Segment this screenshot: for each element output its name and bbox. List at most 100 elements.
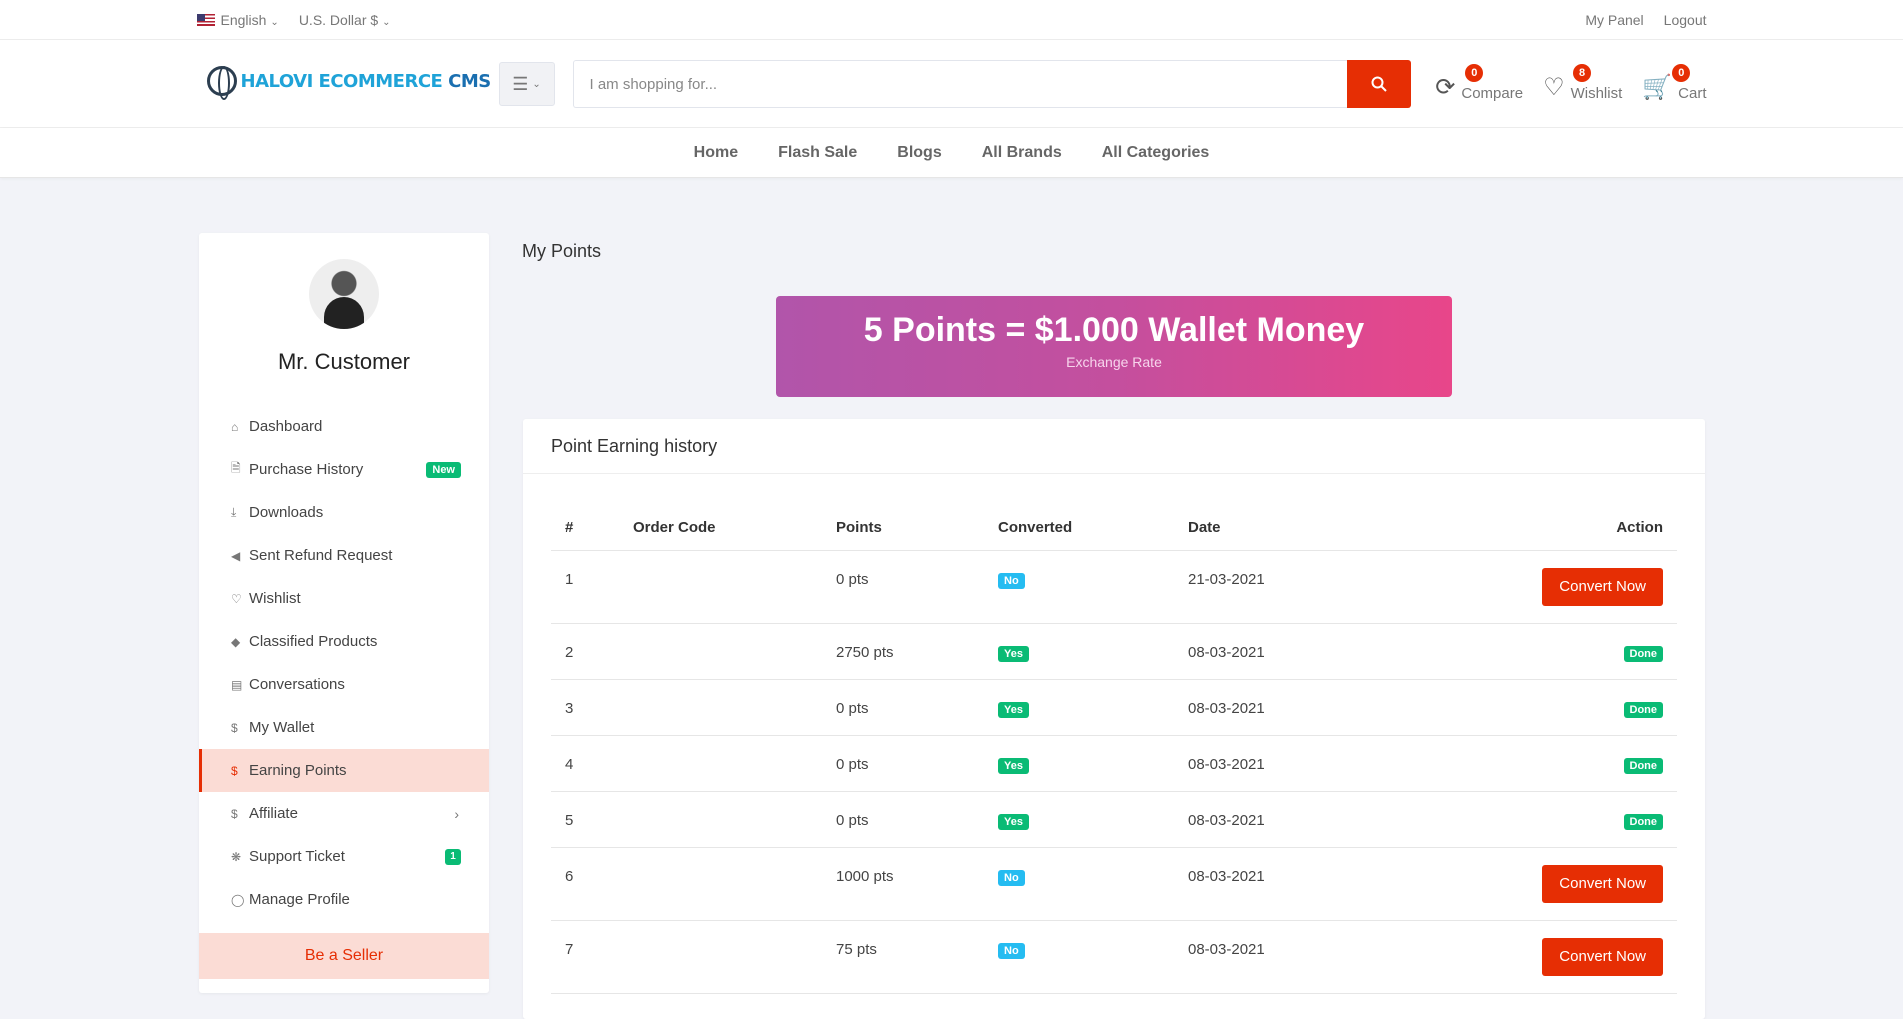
date-value: 08-03-2021: [1188, 847, 1448, 921]
my-panel-link[interactable]: My Panel: [1585, 12, 1643, 28]
chevron-down-icon: ⌄: [532, 78, 541, 90]
column-header: Points: [836, 505, 998, 551]
converted-badge: No: [998, 942, 1025, 959]
sidebar-item-earning-points[interactable]: $ Earning Points: [199, 749, 489, 792]
column-header: Converted: [998, 505, 1188, 551]
table-header-row: # Order Code Points Converted Date Actio…: [551, 505, 1677, 551]
refresh-icon: ⟳: [1435, 74, 1456, 101]
nav-blogs[interactable]: Blogs: [897, 144, 941, 162]
sidebar-item-refund-request[interactable]: ◀ Sent Refund Request: [199, 534, 489, 577]
action-cell: Convert Now: [1448, 550, 1677, 624]
ticket-count-badge: 1: [445, 848, 461, 865]
compare-link[interactable]: ⟳ 0 Compare: [1435, 62, 1523, 106]
table-row: 5 0 pts Yes 08-03-2021 Done: [551, 791, 1677, 848]
compare-count-badge: 0: [1465, 64, 1484, 82]
converted-cell: No: [998, 847, 1188, 921]
customer-name: Mr. Customer: [277, 349, 411, 374]
done-badge: Done: [1623, 757, 1663, 774]
sidebar-item-dashboard[interactable]: ⌂ Dashboard: [199, 405, 489, 448]
date-value: 21-03-2021: [1188, 550, 1448, 624]
sidebar-item-my-wallet[interactable]: $ My Wallet: [199, 706, 489, 749]
points-value: 2750 pts: [836, 623, 998, 680]
search-button[interactable]: [1346, 60, 1411, 108]
new-badge: New: [426, 461, 461, 478]
point-history-card: Point Earning history # Order Code Point…: [523, 419, 1705, 1019]
wishlist-count-badge: 8: [1573, 64, 1592, 82]
convert-now-button[interactable]: Convert Now: [1542, 567, 1663, 606]
sidebar-item-wishlist[interactable]: ♡ Wishlist: [199, 577, 489, 620]
chat-icon: ▤: [231, 677, 243, 692]
dollar-icon: $: [231, 763, 238, 778]
sidebar-item-label: Classified Products: [249, 633, 378, 650]
language-selector[interactable]: English ⌄: [196, 12, 279, 28]
sidebar-item-classified-products[interactable]: ◆ Classified Products: [199, 620, 489, 663]
converted-badge: Yes: [998, 757, 1029, 774]
language-label: English: [220, 12, 267, 28]
logo-text: HALOVI ECOMMERCE: [240, 70, 449, 92]
points-value: 0 pts: [836, 791, 998, 848]
nav-all-categories[interactable]: All Categories: [1102, 144, 1210, 162]
row-number: 7: [551, 920, 633, 994]
done-badge: Done: [1623, 645, 1663, 662]
currency-label: U.S. Dollar $: [298, 12, 379, 28]
logout-link[interactable]: Logout: [1664, 12, 1707, 28]
cart-icon: 🛒: [1642, 74, 1673, 101]
search-input[interactable]: [572, 60, 1347, 108]
sidebar-item-support-ticket[interactable]: ❋ Support Ticket 1: [199, 835, 489, 878]
table-row: 7 75 pts No 08-03-2021 Convert Now: [551, 920, 1677, 994]
row-number: 2: [551, 623, 633, 680]
nav-flash-sale[interactable]: Flash Sale: [778, 144, 857, 162]
wishlist-label: Wishlist: [1570, 85, 1623, 102]
sidebar-item-label: Wishlist: [249, 590, 301, 607]
top-bar: English ⌄ U.S. Dollar $ ⌄ My Panel Logout: [0, 0, 1903, 40]
currency-selector[interactable]: U.S. Dollar $ ⌄: [299, 12, 391, 28]
points-value: 1000 pts: [836, 847, 998, 921]
order-code: [633, 847, 836, 921]
date-value: 08-03-2021: [1188, 920, 1448, 994]
exchange-rate-caption: Exchange Rate: [1066, 354, 1162, 370]
order-code: [633, 623, 836, 680]
convert-now-button[interactable]: Convert Now: [1542, 864, 1663, 903]
sidebar-item-label: My Wallet: [249, 719, 315, 736]
sidebar-item-label: Affiliate: [249, 805, 298, 822]
table-row: 4 0 pts Yes 08-03-2021 Done: [551, 735, 1677, 792]
points-value: 0 pts: [836, 550, 998, 624]
sidebar-item-affiliate[interactable]: $ Affiliate ›: [199, 792, 489, 835]
sidebar-item-label: Downloads: [249, 504, 324, 521]
heart-icon: ♡: [1543, 74, 1565, 101]
converted-cell: No: [998, 550, 1188, 624]
wishlist-link[interactable]: ♡ 8 Wishlist: [1543, 62, 1622, 106]
convert-now-button[interactable]: Convert Now: [1542, 937, 1663, 976]
sidebar-item-manage-profile[interactable]: ◯ Manage Profile: [199, 878, 489, 921]
converted-cell: Yes: [998, 679, 1188, 736]
converted-badge: Yes: [998, 701, 1029, 718]
converted-badge: No: [998, 869, 1025, 886]
nav-all-brands[interactable]: All Brands: [982, 144, 1062, 162]
nav-home[interactable]: Home: [694, 144, 738, 162]
main-nav: Home Flash Sale Blogs All Brands All Cat…: [0, 128, 1903, 178]
action-cell: Convert Now: [1448, 920, 1677, 994]
site-logo[interactable]: HALOVI ECOMMERCE CMS: [206, 66, 491, 100]
point-history-table: # Order Code Points Converted Date Actio…: [551, 505, 1677, 994]
order-code: [633, 920, 836, 994]
sidebar-item-downloads[interactable]: ⤓ Downloads: [199, 491, 489, 534]
action-cell: Done: [1448, 679, 1677, 736]
be-a-seller-button[interactable]: Be a Seller: [199, 933, 489, 979]
search-icon: [1371, 76, 1387, 92]
row-number: 3: [551, 679, 633, 736]
point-history-title: Point Earning history: [523, 419, 1705, 474]
sidebar-item-conversations[interactable]: ▤ Conversations: [199, 663, 489, 706]
cart-link[interactable]: 🛒 0 Cart: [1642, 62, 1707, 106]
row-number: 6: [551, 847, 633, 921]
converted-cell: No: [998, 920, 1188, 994]
action-cell: Convert Now: [1448, 847, 1677, 921]
diamond-icon: ◆: [231, 634, 241, 649]
sidebar-item-purchase-history[interactable]: 🗎 Purchase History New: [199, 448, 489, 491]
page-title: My Points: [522, 241, 602, 261]
order-code: [633, 791, 836, 848]
points-value: 0 pts: [836, 679, 998, 736]
action-cell: Done: [1448, 735, 1677, 792]
sidebar-item-label: Sent Refund Request: [249, 547, 393, 564]
category-menu-toggle[interactable]: ☰ ⌄: [498, 62, 555, 106]
order-code: [633, 550, 836, 624]
